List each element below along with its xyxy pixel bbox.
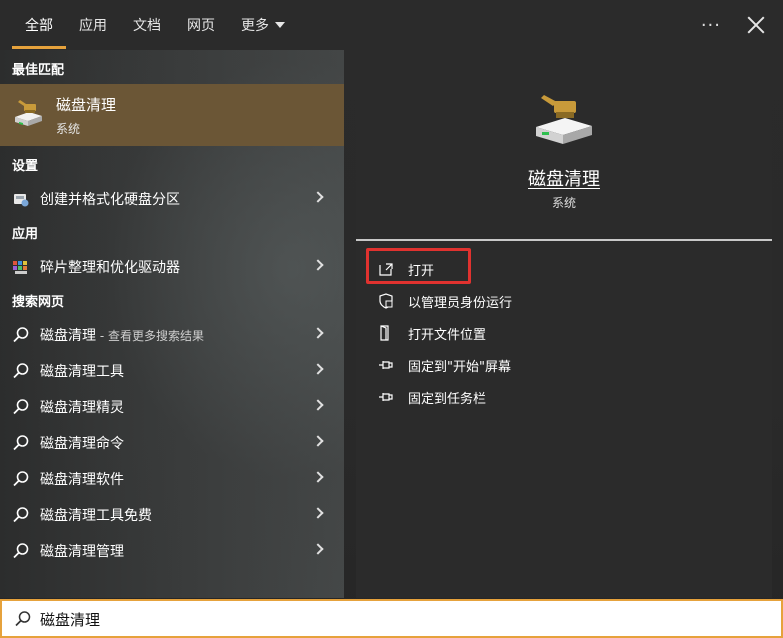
- web-result-suffix: - 查看更多搜索结果: [96, 329, 204, 343]
- chevron-right-icon[interactable]: [312, 363, 324, 375]
- web-result-label: 磁盘清理: [40, 328, 96, 344]
- best-match-title: 磁盘清理: [56, 96, 117, 114]
- divider: [356, 239, 772, 241]
- more-options-button[interactable]: ···: [701, 15, 721, 36]
- web-result-label: 磁盘清理工具: [40, 364, 124, 380]
- pin-icon: [379, 361, 393, 369]
- best-match-item[interactable]: 磁盘清理 系统: [0, 84, 344, 146]
- search-icon: [13, 543, 29, 559]
- file-location-icon: [380, 325, 389, 341]
- web-result-label: 磁盘清理工具免费: [40, 508, 152, 524]
- search-icon: [13, 507, 29, 523]
- section-header-settings: 设置: [12, 159, 39, 174]
- chevron-right-icon[interactable]: [312, 399, 324, 411]
- chevron-right-icon[interactable]: [312, 543, 324, 555]
- action-label: 打开: [408, 264, 435, 279]
- detail-title[interactable]: 磁盘清理: [356, 165, 772, 191]
- web-result-label: 磁盘清理管理: [40, 544, 124, 560]
- list-item-label: 创建并格式化硬盘分区: [40, 192, 180, 208]
- chevron-right-icon[interactable]: [312, 507, 324, 519]
- action-label: 打开文件位置: [408, 328, 487, 343]
- chevron-right-icon[interactable]: [312, 259, 324, 271]
- web-result-item[interactable]: 磁盘清理命令: [0, 425, 344, 459]
- chevron-right-icon[interactable]: [312, 435, 324, 447]
- disk-cleanup-icon: [15, 100, 42, 126]
- list-item-disk-management[interactable]: 创建并格式化硬盘分区: [0, 181, 344, 215]
- action-label: 以管理员身份运行: [408, 296, 513, 311]
- web-result-label: 磁盘清理命令: [40, 436, 124, 452]
- tab-more[interactable]: 更多: [228, 0, 298, 50]
- action-pin-to-taskbar[interactable]: 固定到任务栏: [378, 383, 678, 411]
- disk-cleanup-icon: [536, 95, 592, 144]
- web-result-item[interactable]: 磁盘清理软件: [0, 461, 344, 495]
- chevron-right-icon[interactable]: [312, 191, 324, 203]
- action-label: 固定到任务栏: [408, 392, 487, 407]
- tab-apps[interactable]: 应用: [66, 0, 120, 50]
- web-result-label: 磁盘清理软件: [40, 472, 124, 488]
- close-icon[interactable]: [747, 16, 765, 34]
- chevron-right-icon[interactable]: [312, 327, 324, 339]
- disk-management-icon: [14, 194, 29, 207]
- defrag-icon: [13, 261, 27, 274]
- web-result-item[interactable]: 磁盘清理管理: [0, 533, 344, 567]
- filter-tabs: 全部 应用 文档 网页 更多: [12, 0, 298, 50]
- list-item-label: 碎片整理和优化驱动器: [40, 260, 180, 276]
- chevron-down-icon: [275, 22, 285, 28]
- web-result-item[interactable]: 磁盘清理工具: [0, 353, 344, 387]
- search-icon: [13, 363, 29, 379]
- detail-panel: 磁盘清理 系统 打开 以管理员身份运行 打开文件位置 固定到"开始"屏幕 固定到…: [356, 61, 772, 598]
- action-open[interactable]: 打开: [378, 255, 678, 283]
- search-icon: [15, 611, 31, 627]
- chevron-right-icon[interactable]: [312, 471, 324, 483]
- section-header-apps: 应用: [12, 227, 39, 242]
- web-result-item[interactable]: 磁盘清理工具免费: [0, 497, 344, 531]
- action-open-file-location[interactable]: 打开文件位置: [378, 319, 678, 347]
- list-item-defrag[interactable]: 碎片整理和优化驱动器: [0, 249, 344, 283]
- search-input[interactable]: [40, 605, 740, 633]
- pin-icon: [379, 393, 393, 401]
- tab-web[interactable]: 网页: [174, 0, 228, 50]
- search-icon: [13, 327, 29, 343]
- results-panel: 最佳匹配 磁盘清理 系统 设置 创建并格式化硬盘分区 应用 碎片整理和优化驱动器…: [0, 50, 344, 598]
- search-icon: [13, 399, 29, 415]
- open-icon: [379, 263, 393, 276]
- search-icon: [13, 471, 29, 487]
- web-result-label: 磁盘清理精灵: [40, 400, 124, 416]
- section-header-web: 搜索网页: [12, 295, 65, 310]
- section-header-best-match: 最佳匹配: [12, 63, 65, 78]
- detail-subtitle: 系统: [551, 196, 576, 210]
- action-run-as-admin[interactable]: 以管理员身份运行: [378, 287, 678, 315]
- best-match-subtitle: 系统: [56, 122, 81, 136]
- action-pin-to-start[interactable]: 固定到"开始"屏幕: [378, 351, 678, 379]
- action-label: 固定到"开始"屏幕: [408, 360, 511, 375]
- top-tab-bar: 全部 应用 文档 网页 更多 ···: [0, 0, 783, 50]
- shield-icon: [379, 293, 393, 309]
- web-result-item[interactable]: 磁盘清理 - 查看更多搜索结果: [0, 317, 344, 351]
- topbar-actions: ···: [701, 0, 765, 50]
- tab-all[interactable]: 全部: [12, 0, 66, 50]
- search-bar: [0, 599, 783, 638]
- tab-documents[interactable]: 文档: [120, 0, 174, 50]
- search-icon: [13, 435, 29, 451]
- web-result-item[interactable]: 磁盘清理精灵: [0, 389, 344, 423]
